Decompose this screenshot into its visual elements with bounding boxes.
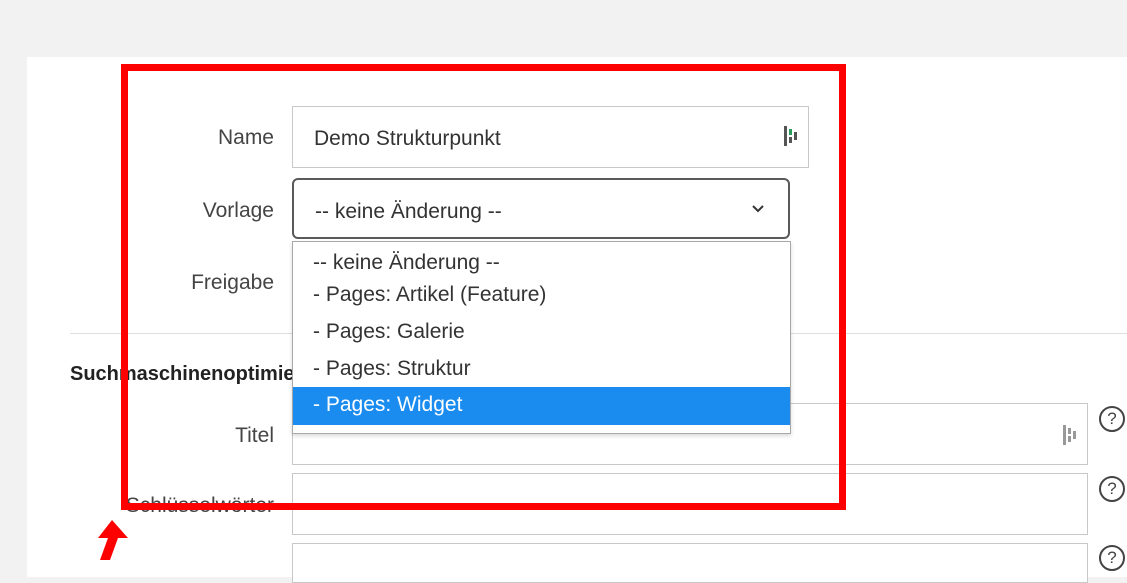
pages-logo-icon <box>1063 425 1076 445</box>
annotation-arrow-icon <box>98 520 128 560</box>
help-circle-icon[interactable]: ? <box>1099 476 1125 502</box>
help-circle-icon[interactable]: ? <box>1099 406 1125 432</box>
help-circle-icon[interactable]: ? <box>1099 545 1125 571</box>
annotation-highlight-box <box>121 64 846 510</box>
seo-description-input[interactable] <box>292 543 1088 583</box>
